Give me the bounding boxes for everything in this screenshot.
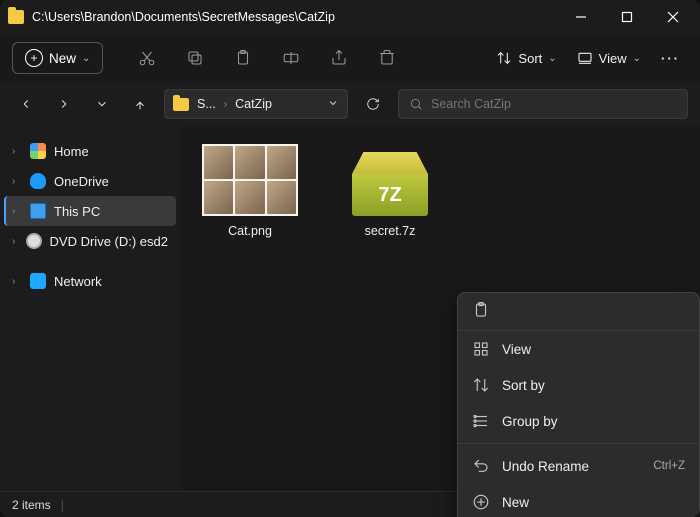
- view-button[interactable]: View ⌄: [569, 46, 649, 70]
- file-item[interactable]: Cat.png: [200, 144, 300, 238]
- status-divider: |: [61, 498, 64, 512]
- paste-button[interactable]: [472, 301, 490, 322]
- back-button[interactable]: [12, 97, 40, 111]
- search-input[interactable]: [431, 97, 677, 111]
- status-count: 2 items: [12, 498, 51, 512]
- ctx-label: Sort by: [502, 378, 545, 393]
- delete-button[interactable]: [365, 41, 409, 75]
- share-button[interactable]: [317, 41, 361, 75]
- more-button[interactable]: ···: [653, 47, 688, 70]
- ctx-view[interactable]: View: [458, 331, 699, 367]
- ctx-sort-by[interactable]: Sort by: [458, 367, 699, 403]
- chevron-right-icon: ›: [224, 99, 227, 110]
- sidebar-item-label: DVD Drive (D:) esd2: [50, 234, 168, 249]
- expand-icon[interactable]: ›: [12, 146, 22, 157]
- sort-label: Sort: [518, 51, 542, 66]
- onedrive-icon: [30, 173, 46, 189]
- window-path: C:\Users\Brandon\Documents\SecretMessage…: [32, 10, 558, 24]
- undo-icon: [472, 457, 490, 475]
- address-dropdown[interactable]: [327, 97, 339, 112]
- sidebar-item-dvd[interactable]: › DVD Drive (D:) esd2: [4, 226, 176, 256]
- command-bar: + New ⌄ Sort ⌄ View ⌄ ···: [0, 34, 700, 82]
- new-icon: [472, 493, 490, 511]
- address-bar[interactable]: S... › CatZip: [164, 89, 348, 119]
- minimize-button[interactable]: [558, 2, 604, 32]
- sort-icon: [472, 376, 490, 394]
- view-label: View: [599, 51, 627, 66]
- copy-button[interactable]: [173, 41, 217, 75]
- new-label: New: [49, 51, 76, 66]
- expand-icon[interactable]: ›: [12, 176, 22, 187]
- sidebar-item-this-pc[interactable]: › This PC: [4, 196, 176, 226]
- maximize-button[interactable]: [604, 2, 650, 32]
- sidebar-item-label: This PC: [54, 204, 100, 219]
- sidebar-item-label: Network: [54, 274, 102, 289]
- plus-icon: +: [25, 49, 43, 67]
- expand-icon[interactable]: ›: [12, 276, 22, 287]
- expand-icon[interactable]: ›: [12, 236, 18, 247]
- nav-bar: S... › CatZip: [0, 82, 700, 126]
- ctx-label: View: [502, 342, 531, 357]
- rename-button[interactable]: [269, 41, 313, 75]
- sort-button[interactable]: Sort ⌄: [488, 46, 564, 70]
- shortcut-label: Ctrl+Z: [653, 460, 685, 472]
- search-icon: [409, 97, 423, 111]
- sidebar-item-home[interactable]: › Home: [4, 136, 176, 166]
- sidebar-item-onedrive[interactable]: › OneDrive: [4, 166, 176, 196]
- explorer-window: C:\Users\Brandon\Documents\SecretMessage…: [0, 0, 700, 517]
- search-box[interactable]: [398, 89, 688, 119]
- sidebar-item-network[interactable]: › Network: [4, 266, 176, 296]
- paste-button[interactable]: [221, 41, 265, 75]
- sidebar-item-label: Home: [54, 144, 89, 159]
- pc-icon: [30, 203, 46, 219]
- cut-button[interactable]: [125, 41, 169, 75]
- expand-icon[interactable]: ›: [12, 206, 22, 217]
- file-item[interactable]: 7Z secret.7z: [340, 144, 440, 238]
- file-name: secret.7z: [365, 224, 416, 238]
- close-button[interactable]: [650, 2, 696, 32]
- chevron-down-icon: ⌄: [633, 53, 641, 64]
- chevron-down-icon: ⌄: [548, 53, 556, 64]
- recent-dropdown[interactable]: [88, 97, 116, 111]
- dvd-icon: [26, 233, 42, 249]
- file-name: Cat.png: [228, 224, 272, 238]
- ctx-group-by[interactable]: Group by: [458, 403, 699, 439]
- new-button[interactable]: + New ⌄: [12, 42, 103, 74]
- group-icon: [472, 412, 490, 430]
- image-thumbnail: [202, 144, 298, 216]
- refresh-button[interactable]: [358, 97, 388, 111]
- ctx-label: Undo Rename: [502, 459, 589, 474]
- sidebar-item-label: OneDrive: [54, 174, 109, 189]
- ctx-new[interactable]: New: [458, 484, 699, 517]
- home-icon: [30, 143, 46, 159]
- context-menu: View Sort by Group by Undo Rename Ctrl+Z…: [457, 292, 700, 517]
- titlebar: C:\Users\Brandon\Documents\SecretMessage…: [0, 0, 700, 34]
- folder-icon: [8, 10, 24, 24]
- folder-icon: [173, 98, 189, 111]
- context-menu-quick-actions: [458, 293, 699, 331]
- forward-button[interactable]: [50, 97, 78, 111]
- ctx-undo-rename[interactable]: Undo Rename Ctrl+Z: [458, 448, 699, 484]
- breadcrumb-parent[interactable]: S...: [197, 97, 216, 111]
- view-icon: [472, 340, 490, 358]
- breadcrumb-current[interactable]: CatZip: [235, 97, 272, 111]
- up-button[interactable]: [126, 97, 154, 111]
- sidebar: › Home › OneDrive › This PC › DVD Drive …: [0, 126, 180, 491]
- ctx-label: New: [502, 495, 529, 510]
- archive-badge: 7Z: [352, 174, 428, 216]
- network-icon: [30, 273, 46, 289]
- chevron-down-icon: ⌄: [82, 53, 90, 64]
- archive-thumbnail: 7Z: [342, 144, 438, 216]
- ctx-label: Group by: [502, 414, 558, 429]
